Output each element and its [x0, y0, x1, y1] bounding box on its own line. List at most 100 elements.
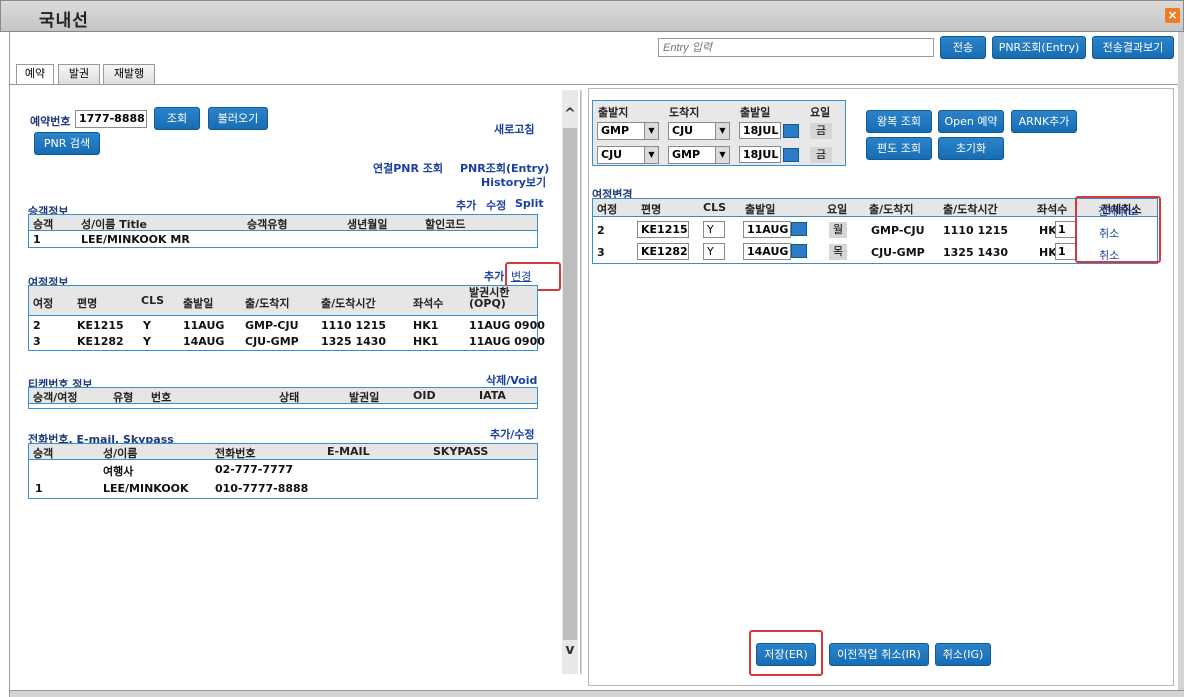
- chevron-down-icon[interactable]: ▼: [715, 147, 729, 163]
- itinerary-cell: 1110 1215: [321, 319, 387, 332]
- col-header: 좌석수: [1037, 203, 1068, 216]
- itinerary-cell: KE1282: [77, 335, 124, 348]
- calendar-icon[interactable]: [783, 148, 799, 162]
- pnr-search-button[interactable]: PNR 검색: [34, 132, 100, 155]
- col-header: CLS: [703, 201, 727, 214]
- tab-reissue[interactable]: 재발행: [103, 64, 155, 84]
- roundtrip-search-button[interactable]: 왕복 조회: [866, 110, 932, 133]
- class-input[interactable]: Y: [703, 221, 725, 238]
- chevron-down-icon[interactable]: ▼: [715, 123, 729, 139]
- col-header: 출발지: [598, 106, 629, 119]
- date-input[interactable]: 11AUG: [743, 221, 791, 238]
- origin-select[interactable]: CJU ▼: [597, 146, 659, 164]
- scroll-down-icon[interactable]: v: [562, 636, 578, 664]
- destination-value: GMP: [672, 148, 701, 161]
- passenger-no: 1: [33, 233, 41, 246]
- col-header: 여정: [33, 297, 54, 310]
- itinerary-cell: 11AUG: [183, 319, 225, 332]
- entry-input[interactable]: [658, 38, 934, 57]
- origin-select[interactable]: GMP ▼: [597, 122, 659, 140]
- destination-select[interactable]: CJU ▼: [668, 122, 730, 140]
- itinerary-cell: 14AUG: [183, 335, 225, 348]
- change-cell: 2: [597, 224, 605, 237]
- ticket-grid-header: 승객/여정 유형 번호 상태 발권일 OID IATA: [29, 388, 537, 404]
- origin-value: CJU: [601, 148, 623, 161]
- flight-number-input[interactable]: KE1282: [637, 243, 689, 260]
- change-grid: 여정 편명 CLS 출발일 요일 출/도착지 출/도착시간 좌석수 전체취소 2…: [592, 198, 1158, 264]
- calendar-icon[interactable]: [783, 124, 799, 138]
- tab-reservation[interactable]: 예약: [16, 64, 54, 85]
- scroll-up-icon[interactable]: ^: [562, 100, 578, 128]
- ticket-void-link[interactable]: 삭제/Void: [486, 372, 537, 388]
- contact-passenger-no: 1: [35, 482, 43, 495]
- itinerary-cell: 1325 1430: [321, 335, 387, 348]
- itinerary-change-link[interactable]: 변경: [511, 268, 531, 284]
- departure-date-input[interactable]: 18JUL: [739, 122, 781, 139]
- contact-phone: 02-777-7777: [215, 463, 294, 476]
- seats-input[interactable]: 1: [1055, 221, 1077, 238]
- close-icon[interactable]: ×: [1165, 8, 1180, 23]
- arnk-add-button[interactable]: ARNK추가: [1011, 110, 1077, 133]
- date-input[interactable]: 14AUG: [743, 243, 791, 260]
- itinerary-cell: 3: [33, 335, 41, 348]
- change-cell: GMP-CJU: [871, 224, 925, 237]
- linked-pnr-link[interactable]: 연결PNR 조회: [373, 160, 443, 176]
- panel-splitter[interactable]: [580, 90, 582, 674]
- destination-select[interactable]: GMP ▼: [668, 146, 730, 164]
- col-header: 출발일: [745, 203, 776, 216]
- send-button[interactable]: 전송: [940, 36, 986, 59]
- ticket-grid: 승객/여정 유형 번호 상태 발권일 OID IATA: [28, 387, 538, 409]
- itinerary-add-link[interactable]: 추가: [484, 268, 504, 284]
- chevron-down-icon[interactable]: ▼: [644, 147, 658, 163]
- send-result-button[interactable]: 전송결과보기: [1092, 36, 1174, 59]
- itinerary-cell: CJU-GMP: [245, 335, 299, 348]
- col-header: 도착지: [669, 106, 700, 119]
- contact-name: 여행사: [103, 465, 134, 478]
- col-header: 출/도착지: [869, 203, 914, 216]
- change-grid-header: 여정 편명 CLS 출발일 요일 출/도착지 출/도착시간 좌석수 전체취소: [593, 199, 1157, 217]
- col-header: 출발일: [740, 106, 771, 119]
- itinerary-cell: KE1215: [77, 319, 124, 332]
- cancel-all-link[interactable]: 전체취소: [1098, 203, 1138, 219]
- passenger-name: LEE/MINKOOK MR: [81, 233, 190, 246]
- col-header: 승객: [33, 218, 54, 231]
- refresh-link[interactable]: 새로고침: [494, 121, 534, 137]
- passenger-add-link[interactable]: 추가: [456, 197, 476, 213]
- passenger-edit-link[interactable]: 수정: [486, 197, 506, 213]
- reset-button[interactable]: 초기화: [938, 137, 1004, 160]
- load-button[interactable]: 불러오기: [208, 107, 268, 130]
- pnr-entry-button[interactable]: PNR조회(Entry): [992, 36, 1086, 59]
- right-panel: [588, 88, 1174, 686]
- class-input[interactable]: Y: [703, 243, 725, 260]
- col-header: 전화번호: [215, 447, 256, 460]
- tab-ticketing[interactable]: 발권: [58, 64, 100, 84]
- oneway-search-button[interactable]: 편도 조회: [866, 137, 932, 160]
- itinerary-cell: GMP-CJU: [245, 319, 299, 332]
- calendar-icon[interactable]: [791, 244, 807, 258]
- contact-name: LEE/MINKOOK: [103, 482, 189, 495]
- change-cell: 1325 1430: [943, 246, 1009, 259]
- col-header: 발권시한 (OPQ): [469, 286, 510, 310]
- calendar-icon[interactable]: [791, 222, 807, 236]
- departure-date-input[interactable]: 18JUL: [739, 146, 781, 163]
- history-link[interactable]: History보기: [481, 174, 546, 190]
- col-header: 상태: [279, 391, 300, 404]
- search-button[interactable]: 조회: [154, 107, 200, 130]
- open-booking-button[interactable]: Open 예약: [938, 110, 1004, 133]
- contact-edit-link[interactable]: 추가/수정: [490, 426, 535, 442]
- col-header: OID: [413, 389, 436, 402]
- seats-input[interactable]: 1: [1055, 243, 1077, 260]
- contact-grid-header: 승객 성/이름 전화번호 E-MAIL SKYPASS: [29, 444, 537, 460]
- save-button[interactable]: 저장(ER): [756, 643, 816, 666]
- chevron-down-icon[interactable]: ▼: [644, 123, 658, 139]
- undo-button[interactable]: 이전작업 취소(IR): [829, 643, 929, 666]
- passenger-split-link[interactable]: Split: [515, 197, 544, 210]
- itinerary-cell: HK1: [413, 319, 439, 332]
- booking-number-label: 예약번호: [30, 115, 71, 128]
- cancel-button[interactable]: 취소(IG): [935, 643, 991, 666]
- booking-number-input[interactable]: 1777-8888: [75, 110, 147, 128]
- flight-number-input[interactable]: KE1215: [637, 221, 689, 238]
- contact-phone: 010-7777-8888: [215, 482, 309, 495]
- col-header: IATA: [479, 389, 506, 402]
- scrollbar-thumb[interactable]: [563, 128, 577, 640]
